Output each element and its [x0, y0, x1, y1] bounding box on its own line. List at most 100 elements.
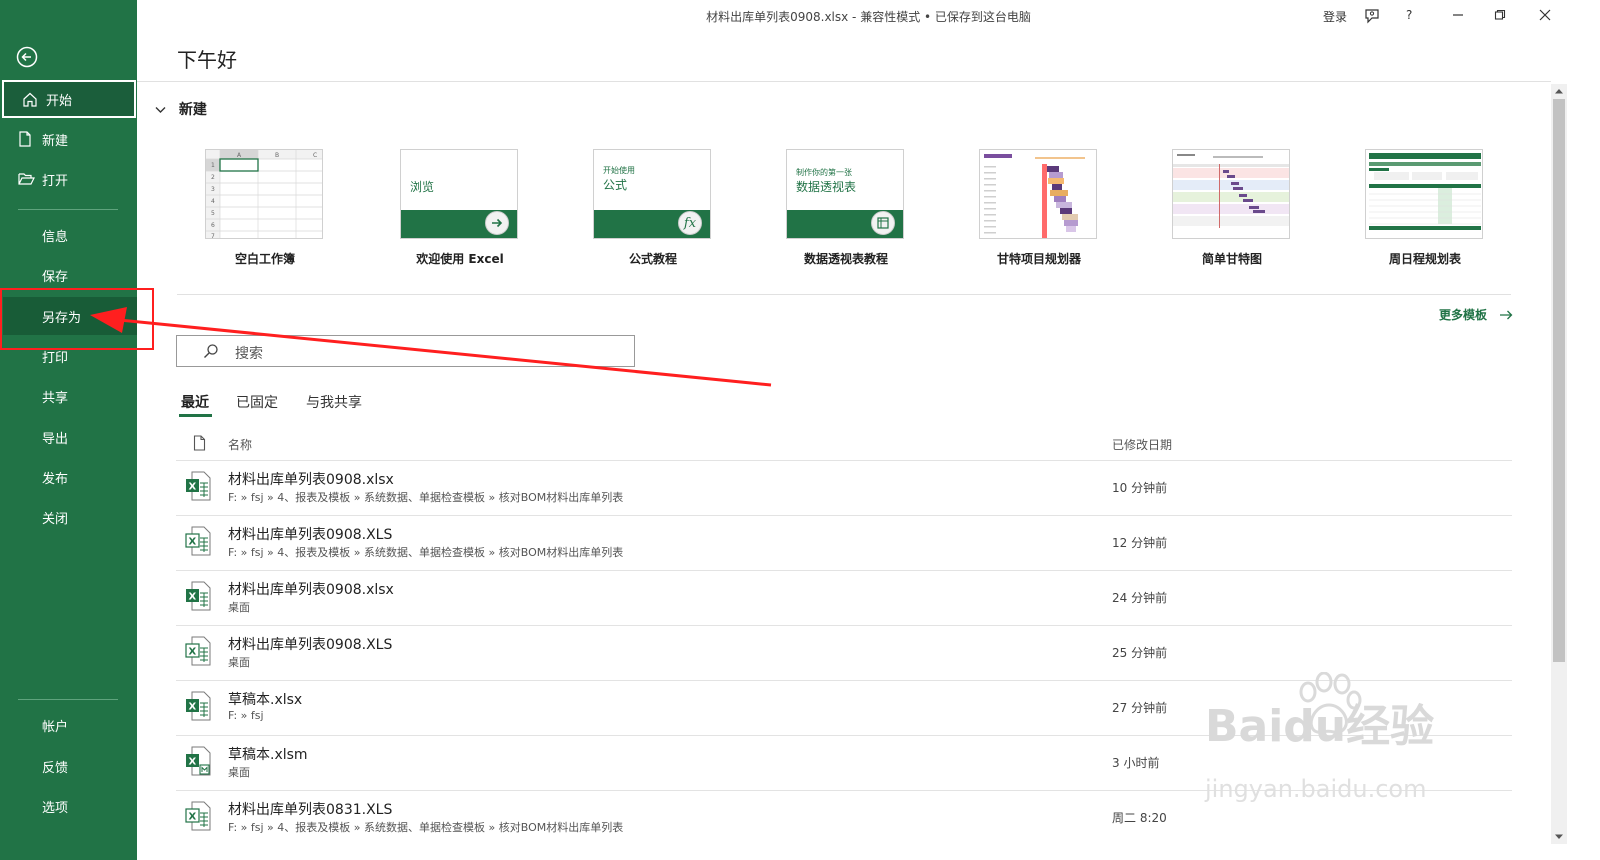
- file-modified-date: 周二 8:20: [1112, 811, 1167, 825]
- file-name: 草稿本.xlsx: [228, 692, 303, 708]
- svg-text:7: 7: [211, 233, 215, 239]
- thumb-text-small: 制作你的第一张: [796, 168, 852, 177]
- coauthor-icon[interactable]: [1363, 7, 1381, 25]
- nav-label: 共享: [42, 390, 69, 406]
- file-modified-date: 12 分钟前: [1112, 536, 1168, 550]
- nav-new[interactable]: 新建: [0, 120, 137, 158]
- file-path: F: » fsj » 4、报表及模板 » 系统数据、单据检查模板 » 核对BOM…: [228, 821, 624, 834]
- spreadsheet-grid-thumbnail: ABC 1234567: [206, 150, 322, 239]
- sidebar-divider: [18, 699, 118, 700]
- excel-xlsx-icon: X: [186, 581, 211, 611]
- template-label: 公式教程: [628, 252, 677, 266]
- excel-xls-icon: X: [185, 636, 211, 666]
- recent-file-row[interactable]: X 材料出库单列表0908.XLS F: » fsj » 4、报表及模板 » 系…: [176, 515, 1512, 570]
- file-name: 材料出库单列表0831.XLS: [228, 802, 393, 818]
- thumb-text-small: 开始使用: [603, 166, 635, 175]
- excel-xlsx-icon: X: [186, 691, 211, 721]
- thumb-text: 数据透视表: [796, 180, 857, 194]
- file-path: 桌面: [228, 656, 250, 669]
- nav-close[interactable]: 关闭: [0, 498, 137, 536]
- home-icon: [22, 91, 40, 107]
- watermark-text: Baidu经验: [1205, 701, 1435, 752]
- file-path: F: » fsj: [228, 709, 264, 722]
- svg-text:5: 5: [211, 210, 215, 217]
- template-label: 欢迎使用 Excel: [416, 252, 504, 266]
- template-pivot-tutorial[interactable]: 制作你的第一张 数据透视表 数据透视表教程: [786, 149, 906, 266]
- nav-label: 反馈: [42, 760, 69, 776]
- template-gantt-planner[interactable]: 甘特项目规划器: [979, 149, 1099, 266]
- minimize-icon[interactable]: [1452, 10, 1464, 20]
- svg-text:3: 3: [211, 186, 215, 193]
- template-label: 简单甘特图: [1201, 252, 1262, 266]
- template-label: 周日程规划表: [1388, 252, 1461, 266]
- nav-label: 帐户: [42, 719, 69, 735]
- file-modified-date: 24 分钟前: [1112, 591, 1168, 605]
- active-tab-indicator: [179, 414, 212, 417]
- template-thumbnail: [1172, 149, 1290, 239]
- svg-text:2: 2: [211, 174, 215, 181]
- nav-open[interactable]: 打开: [0, 160, 137, 198]
- nav-label: 关闭: [42, 511, 69, 527]
- excel-xls-icon: X: [185, 801, 211, 831]
- file-modified-date: 25 分钟前: [1112, 646, 1168, 660]
- nav-feedback[interactable]: 反馈: [0, 747, 137, 785]
- scroll-up-arrow-icon[interactable]: [1554, 87, 1564, 95]
- template-label: 甘特项目规划器: [996, 252, 1081, 266]
- column-header-name[interactable]: 名称: [228, 436, 252, 453]
- thumb-text: 公式: [603, 178, 628, 192]
- file-path: 桌面: [228, 766, 250, 779]
- recent-file-row[interactable]: X 材料出库单列表0908.xlsx 桌面 24 分钟前: [176, 570, 1512, 625]
- template-label: 空白工作簿: [234, 252, 295, 266]
- nav-account[interactable]: 帐户: [0, 706, 137, 744]
- nav-export[interactable]: 导出: [0, 418, 137, 456]
- close-icon[interactable]: [1539, 9, 1551, 21]
- template-thumbnail: [1365, 149, 1483, 239]
- svg-text:X: X: [189, 647, 197, 658]
- section-label: 新建: [178, 102, 207, 118]
- template-welcome-excel[interactable]: 浏览 欢迎使用 Excel: [400, 149, 520, 266]
- column-header-modified[interactable]: 已修改日期: [1112, 436, 1172, 453]
- backstage-sidebar: 开始 新建 打开 信息 保存 另存为 打印 共享 导出 发布 关闭 帐户 反馈 …: [0, 0, 137, 860]
- file-name: 材料出库单列表0908.XLS: [228, 527, 393, 543]
- template-simple-gantt[interactable]: 简单甘特图: [1172, 149, 1292, 266]
- tab-shared-with-me[interactable]: 与我共享: [306, 392, 362, 412]
- file-path: F: » fsj » 4、报表及模板 » 系统数据、单据检查模板 » 核对BOM…: [228, 491, 624, 504]
- title-bar: 材料出库单列表0908.xlsx - 兼容性模式 • 已保存到这台电脑 登录 ?: [137, 0, 1600, 32]
- template-weekly-schedule[interactable]: 周日程规划表: [1365, 149, 1485, 266]
- excel-xlsm-icon: X: [186, 746, 211, 776]
- template-thumbnail: [979, 149, 1097, 239]
- nav-info[interactable]: 信息: [0, 216, 137, 254]
- nav-label: 新建: [42, 133, 69, 149]
- scroll-down-arrow-icon[interactable]: [1554, 833, 1564, 841]
- nav-publish[interactable]: 发布: [0, 458, 137, 496]
- nav-label: 选项: [42, 800, 69, 816]
- arrow-right-icon: [1499, 309, 1513, 323]
- signin-link[interactable]: 登录: [1323, 8, 1347, 25]
- restore-icon[interactable]: [1494, 9, 1506, 21]
- file-name: 材料出库单列表0908.XLS: [228, 637, 393, 653]
- nav-options[interactable]: 选项: [0, 787, 137, 825]
- template-thumbnail: 开始使用 公式 fx: [593, 149, 711, 239]
- back-arrow-icon[interactable]: [16, 46, 38, 68]
- nav-label: 开始: [46, 93, 73, 109]
- tab-pinned[interactable]: 已固定: [236, 392, 278, 412]
- nav-label: 导出: [42, 431, 69, 447]
- recent-file-row[interactable]: X 材料出库单列表0908.xlsx F: » fsj » 4、报表及模板 » …: [176, 460, 1512, 515]
- arrow-right-icon: [485, 211, 509, 235]
- template-formula-tutorial[interactable]: 开始使用 公式 fx 公式教程: [593, 149, 713, 266]
- template-label: 数据透视表教程: [803, 252, 888, 266]
- nav-home[interactable]: 开始: [2, 80, 136, 118]
- more-templates-link[interactable]: 更多模板: [1439, 306, 1513, 323]
- help-button[interactable]: ?: [1406, 8, 1412, 22]
- scrollbar-thumb[interactable]: [1553, 99, 1565, 662]
- svg-text:X: X: [189, 812, 197, 823]
- svg-text:X: X: [189, 537, 197, 548]
- header-divider: [137, 81, 1551, 82]
- more-templates-label: 更多模板: [1439, 308, 1488, 322]
- chevron-down-icon: [155, 102, 166, 118]
- template-blank-workbook[interactable]: ABC 1234567 空白工作簿: [205, 149, 325, 266]
- file-name: 材料出库单列表0908.xlsx: [228, 472, 394, 488]
- nav-label: 信息: [42, 229, 69, 245]
- tab-recent[interactable]: 最近: [181, 392, 209, 412]
- new-section-header[interactable]: 新建: [155, 99, 207, 119]
